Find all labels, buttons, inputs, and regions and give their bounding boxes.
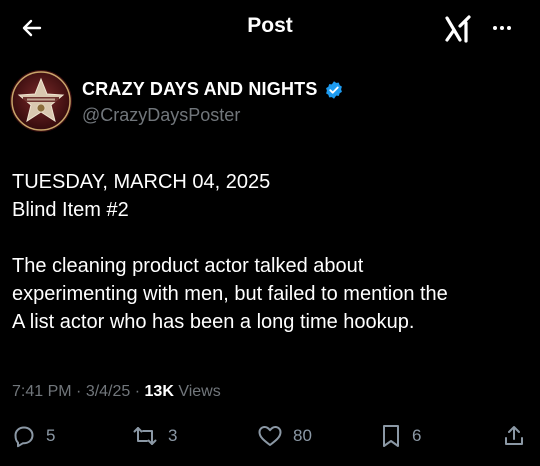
action-bar: 5 3 80 6 [0, 420, 540, 452]
author-name[interactable]: CRAZY DAYS AND NIGHTS [82, 79, 318, 100]
post-text-line: The cleaning product actor talked about [12, 255, 364, 277]
reply-icon [14, 426, 34, 448]
bookmark-button[interactable]: 6 [380, 420, 421, 452]
star-logo-icon [11, 71, 71, 131]
author-handle[interactable]: @CrazyDaysPoster [82, 105, 240, 126]
repost-count: 3 [168, 426, 178, 445]
author-name-row: CRAZY DAYS AND NIGHTS [82, 79, 344, 100]
post-text-line: experimenting with men, but failed to me… [12, 283, 448, 305]
views-label: Views [173, 383, 221, 400]
author-block: CRAZY DAYS AND NIGHTS @CrazyDaysPoster [10, 70, 530, 134]
share-icon [505, 426, 523, 445]
repost-button[interactable]: 3 [132, 420, 177, 452]
post-date-line: TUESDAY, MARCH 04, 2025 [12, 171, 271, 193]
post-text-line: A list actor who has been a long time ho… [12, 311, 415, 333]
like-button[interactable]: 80 [257, 420, 312, 452]
heart-icon [258, 426, 282, 446]
post-date[interactable]: 3/4/25 [86, 383, 130, 400]
repost-icon [133, 427, 157, 445]
reply-count: 5 [46, 426, 56, 445]
like-count: 80 [293, 426, 312, 445]
post-meta: 7:41 PM · 3/4/25 · 13K Views [12, 383, 221, 401]
bookmark-icon [383, 425, 399, 447]
more-button[interactable] [488, 18, 516, 38]
grok-button[interactable] [444, 14, 472, 44]
views-count[interactable]: 13K [145, 383, 174, 400]
avatar[interactable] [10, 70, 72, 132]
post-time[interactable]: 7:41 PM [12, 383, 72, 400]
post-body: TUESDAY, MARCH 04, 2025 Blind Item #2 Th… [12, 168, 528, 336]
post-title-line: Blind Item #2 [12, 199, 129, 221]
meta-separator: · [130, 383, 145, 400]
bookmark-count: 6 [412, 426, 422, 445]
grok-icon [445, 15, 471, 43]
more-horizontal-icon [493, 26, 497, 30]
verified-badge-icon [325, 80, 342, 99]
meta-separator: · [71, 383, 86, 400]
top-bar: Post [0, 0, 540, 56]
share-button[interactable] [502, 420, 526, 452]
reply-button[interactable]: 5 [12, 420, 55, 452]
